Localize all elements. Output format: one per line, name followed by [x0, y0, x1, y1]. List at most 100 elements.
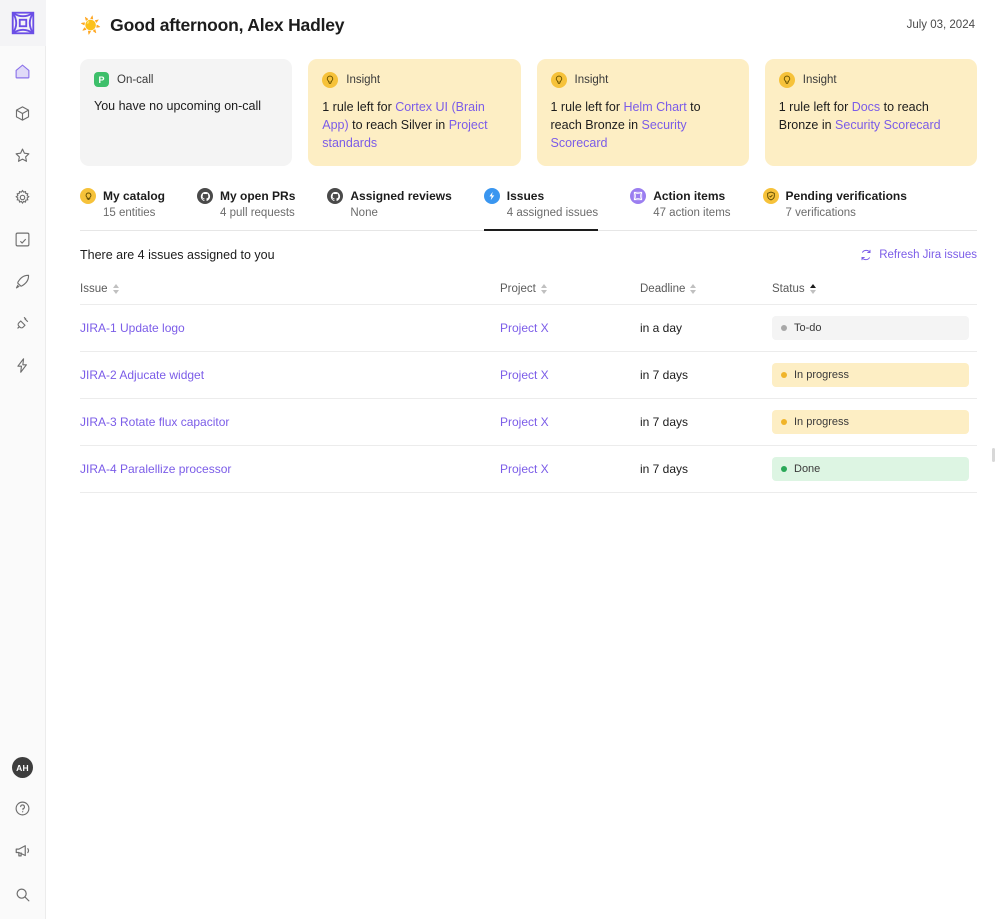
oncall-card-title: On-call	[117, 73, 154, 86]
magnifier-icon	[16, 888, 30, 901]
sidebar-item-plugins[interactable]	[8, 226, 38, 252]
jira-icon	[483, 188, 500, 205]
tab-my-catalog-label: My catalog	[103, 189, 166, 204]
sidebar-item-scorecards[interactable]	[8, 142, 38, 168]
tab-my-open-prs[interactable]: My open PRs 4 pull requests	[197, 188, 295, 230]
issue-link[interactable]: JIRA-3 Rotate flux capacitor	[80, 415, 229, 429]
tab-assigned-reviews-label: Assigned reviews	[350, 189, 452, 204]
issue-link[interactable]: JIRA-2 Adjucate widget	[80, 368, 204, 382]
insight-card-3-body: 1 rule left for Docs to reach Bronze in …	[779, 99, 963, 135]
refresh-jira-issues-label: Refresh Jira issues	[879, 249, 977, 262]
tab-assigned-reviews[interactable]: Assigned reviews None	[327, 188, 452, 230]
insight-card-1-title: Insight	[346, 74, 381, 86]
refresh-jira-issues-button[interactable]: Refresh Jira issues	[860, 249, 977, 261]
sidebar-item-search[interactable]	[8, 881, 38, 907]
project-link[interactable]: Project X	[500, 368, 549, 382]
tab-pending-verifications[interactable]: Pending verifications 7 verifications	[762, 188, 907, 230]
tab-action-items[interactable]: Action items 47 action items	[630, 188, 731, 230]
sidebar: AH	[0, 0, 46, 919]
sidebar-item-settings[interactable]	[8, 184, 38, 210]
status-dot	[781, 372, 787, 379]
insight-text-part: 1 rule left for	[550, 100, 624, 114]
sidebar-item-announcements[interactable]	[8, 838, 38, 864]
insight-text-part: 1 rule left for	[322, 100, 396, 114]
sort-toggle-project[interactable]	[540, 284, 547, 295]
table-row[interactable]: JIRA-1 Update logo Project X in a day To…	[80, 304, 977, 353]
window-check-icon	[15, 232, 30, 246]
insight-card-3[interactable]: Insight 1 rule left for Docs to reach Br…	[764, 59, 977, 167]
sort-toggle-status[interactable]	[809, 284, 816, 295]
project-link[interactable]: Project X	[500, 321, 549, 335]
insight-card-2[interactable]: Insight 1 rule left for Helm Chart to re…	[536, 59, 749, 167]
sidebar-item-initiatives[interactable]	[8, 268, 38, 294]
tab-pending-verifications-sub: 7 verifications	[785, 207, 856, 220]
issues-table: Issue Project Deadline Status JIRA-1 Upd…	[80, 283, 977, 494]
tab-assigned-reviews-head: Assigned reviews	[327, 188, 452, 205]
cortex-icon	[630, 188, 647, 205]
cell-deadline: in a day	[640, 304, 772, 353]
issues-table-body: JIRA-1 Update logo Project X in a day To…	[80, 304, 977, 494]
sort-toggle-deadline[interactable]	[690, 284, 697, 295]
issue-link[interactable]: JIRA-1 Update logo	[80, 321, 185, 335]
insight-card-2-title: Insight	[574, 74, 609, 86]
project-link[interactable]: Project X	[500, 415, 549, 429]
tab-my-catalog-sub: 15 entities	[103, 207, 156, 220]
sidebar-item-catalog[interactable]	[8, 100, 38, 126]
sidebar-item-help[interactable]	[8, 795, 38, 821]
sidebar-nav	[8, 58, 38, 378]
cell-issue: JIRA-2 Adjucate widget	[80, 351, 500, 400]
table-row[interactable]: JIRA-3 Rotate flux capacitor Project X i…	[80, 398, 977, 447]
cell-status: To-do	[772, 304, 977, 353]
column-header-project[interactable]: Project	[500, 283, 640, 306]
current-date: July 03, 2024	[906, 19, 975, 31]
cell-issue: JIRA-4 Paralellize processor	[80, 445, 500, 494]
lightbulb-icon	[550, 72, 567, 88]
issues-table-head: Issue Project Deadline Status	[80, 283, 977, 306]
column-header-status[interactable]: Status	[772, 283, 977, 306]
oncall-card-header: P On-call	[94, 72, 278, 87]
avatar[interactable]: AH	[12, 757, 33, 778]
sort-toggle-issue[interactable]	[112, 284, 119, 295]
status-label: Done	[794, 463, 821, 476]
column-header-project-label: Project	[500, 283, 536, 296]
summary-cards: P On-call You have no upcoming on-call I…	[80, 59, 977, 167]
sidebar-item-integrations[interactable]	[8, 310, 38, 336]
issue-link[interactable]: JIRA-4 Paralellize processor	[80, 462, 231, 476]
cell-project: Project X	[500, 351, 640, 400]
insight-link-entity[interactable]: Helm Chart	[623, 100, 686, 114]
tab-action-items-label: Action items	[653, 189, 726, 204]
table-row[interactable]: JIRA-4 Paralellize processor Project X i…	[80, 445, 977, 494]
tab-issues[interactable]: Issues 4 assigned issues	[483, 188, 599, 232]
greeting: ☀️ Good afternoon, Alex Hadley	[80, 15, 344, 36]
refresh-icon	[861, 250, 871, 261]
status-badge: In progress	[772, 363, 969, 388]
oncall-card[interactable]: P On-call You have no upcoming on-call	[80, 59, 293, 167]
insight-link-scorecard[interactable]: Security Scorecard	[835, 118, 941, 132]
rocket-icon	[15, 274, 30, 288]
column-header-issue[interactable]: Issue	[80, 283, 500, 306]
sidebar-item-home[interactable]	[8, 58, 38, 84]
app-logo[interactable]	[0, 0, 46, 46]
insight-card-1-body: 1 rule left for Cortex UI (Brain App) to…	[322, 99, 506, 152]
insight-link-entity[interactable]: Docs	[852, 100, 880, 114]
megaphone-icon	[15, 845, 29, 857]
column-header-issue-label: Issue	[80, 283, 108, 296]
column-header-status-label: Status	[772, 283, 805, 296]
dashboard-tabs: My catalog 15 entities My open PRs 4 pul…	[80, 188, 977, 232]
project-link[interactable]: Project X	[500, 462, 549, 476]
page-header: ☀️ Good afternoon, Alex Hadley July 03, …	[80, 0, 977, 46]
insight-card-1[interactable]: Insight 1 rule left for Cortex UI (Brain…	[308, 59, 521, 167]
issues-table-header-row: Issue Project Deadline Status	[80, 283, 977, 306]
sidebar-item-workflows[interactable]	[8, 352, 38, 378]
home-icon	[15, 64, 30, 78]
sidebar-bottom-nav: AH	[8, 757, 38, 907]
cell-deadline: in 7 days	[640, 351, 772, 400]
issues-toolbar: There are 4 issues assigned to you Refre…	[80, 248, 977, 262]
tab-my-catalog[interactable]: My catalog 15 entities	[80, 188, 165, 230]
cube-icon	[15, 105, 30, 121]
status-label: In progress	[794, 369, 850, 382]
table-row[interactable]: JIRA-2 Adjucate widget Project X in 7 da…	[80, 351, 977, 400]
column-header-deadline[interactable]: Deadline	[640, 283, 772, 306]
cell-issue: JIRA-3 Rotate flux capacitor	[80, 398, 500, 447]
lightbulb-icon	[322, 72, 339, 88]
